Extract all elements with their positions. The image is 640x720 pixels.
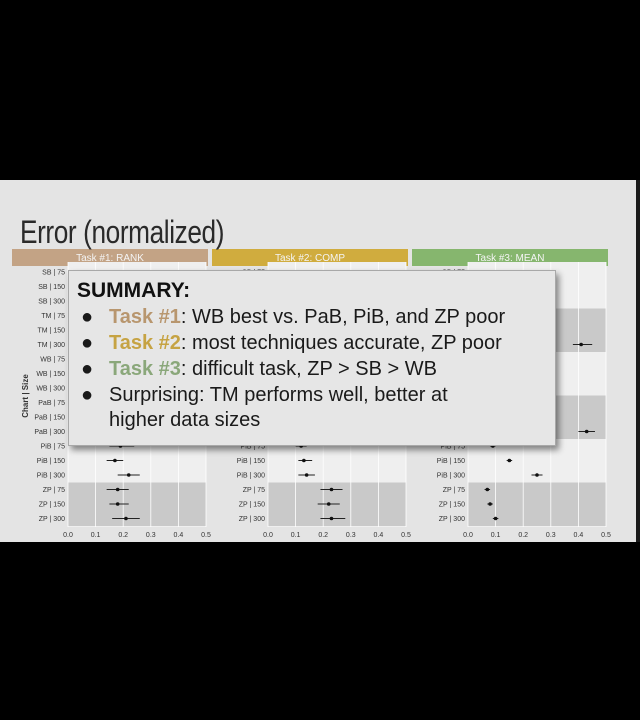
x-tick-label: 0.2 <box>118 532 128 539</box>
data-point <box>124 516 128 521</box>
row-label: WB | 150 <box>36 371 65 378</box>
shaded-row <box>468 511 606 526</box>
row-label: SB | 300 <box>38 299 65 306</box>
data-point <box>535 473 539 477</box>
row-label: WB | 300 <box>36 386 65 393</box>
slide-title: Error (normalized) <box>20 214 225 250</box>
row-label: TM | 300 <box>38 342 66 349</box>
x-tick-label: 0.1 <box>491 532 501 539</box>
row-label: ZP | 150 <box>39 502 65 509</box>
data-point <box>329 516 334 521</box>
summary-box: SUMMARY: ● Task #1: WB best vs. PaB, PiB… <box>68 270 556 446</box>
data-point <box>579 342 583 347</box>
x-tick-label: 0.5 <box>601 532 611 539</box>
screen-edge <box>636 180 640 542</box>
data-point <box>113 458 117 463</box>
row-label: ZP | 150 <box>239 502 265 509</box>
row-label: PiB | 300 <box>37 473 65 480</box>
x-tick-label: 0.3 <box>146 532 156 539</box>
row-label: SB | 75 <box>42 270 65 277</box>
slide: Task #1: RANK 0.0 0.1 0.2 0.3 0.4 0.5 SB | 75 SB… <box>0 180 636 542</box>
x-tick-label: 0.4 <box>374 532 384 539</box>
task3-label: Task #3 <box>109 358 181 380</box>
row-label: ZP | 150 <box>439 502 465 509</box>
bullet-icon: ● <box>81 306 94 328</box>
row-label: PiB | 150 <box>437 458 465 465</box>
data-point <box>507 458 512 463</box>
task1-text: : WB best vs. PaB, PiB, and ZP poor <box>180 306 506 328</box>
data-point <box>302 458 306 463</box>
row-label: PiB | 75 <box>41 444 65 451</box>
row-label: PaB | 150 <box>34 415 65 422</box>
bullet-icon: ● <box>81 332 94 354</box>
row-label: ZP | 300 <box>239 516 265 523</box>
x-tick-label: 0.1 <box>291 532 301 539</box>
row-label: ZP | 75 <box>443 487 465 494</box>
data-point <box>115 502 120 506</box>
summary-heading: SUMMARY: <box>77 279 191 302</box>
x-tick-label: 0.5 <box>401 532 411 539</box>
surprising-text: Surprising: TM performs well, better at <box>109 384 448 406</box>
x-tick-label: 0.3 <box>546 532 556 539</box>
row-label: ZP | 75 <box>243 487 265 494</box>
shaded-row <box>68 482 206 497</box>
row-label: PiB | 300 <box>237 473 265 480</box>
task2-label: Task #2 <box>109 332 181 354</box>
summary-item-task1: ● Task #1: WB best vs. PaB, PiB, and ZP … <box>81 305 506 330</box>
shaded-row <box>68 497 206 512</box>
x-tick-label: 0.3 <box>346 532 356 539</box>
data-point <box>115 487 120 492</box>
y-axis-label: Chart | Size <box>21 374 30 418</box>
row-label: ZP | 300 <box>39 516 65 523</box>
task3-text: : difficult task, ZP > SB > WB <box>180 358 437 380</box>
summary-item-task2: ● Task #2: most techniques accurate, ZP … <box>81 331 502 356</box>
surprising-continuation: higher data sizes <box>109 409 261 431</box>
row-label: ZP | 75 <box>43 487 65 494</box>
data-point <box>485 487 490 492</box>
row-label: TM | 150 <box>38 328 66 335</box>
x-tick-label: 0.4 <box>174 532 184 539</box>
x-tick-label: 0.0 <box>263 532 273 539</box>
row-label: PiB | 300 <box>437 473 465 480</box>
bullet-icon: ● <box>81 384 94 406</box>
x-tick-label: 0.5 <box>201 532 211 539</box>
row-label: ZP | 300 <box>439 516 465 523</box>
row-label: SB | 150 <box>38 284 65 291</box>
task1-label: Task #1 <box>109 306 181 328</box>
summary-item-task3: ● Task #3: difficult task, ZP > SB > WB <box>81 357 437 382</box>
row-label: PiB | 150 <box>237 458 265 465</box>
row-label: WB | 75 <box>40 357 65 364</box>
summary-item-surprising: ● Surprising: TM performs well, better a… <box>81 383 448 408</box>
x-tick-label: 0.2 <box>318 532 328 539</box>
data-point <box>493 516 498 521</box>
data-point <box>326 502 331 506</box>
task2-text: : most techniques accurate, ZP poor <box>180 332 502 354</box>
x-tick-label: 0.4 <box>574 532 584 539</box>
data-point <box>304 473 309 477</box>
row-label: PaB | 75 <box>38 400 65 407</box>
bullet-icon: ● <box>81 358 94 380</box>
x-tick-label: 0.0 <box>63 532 73 539</box>
x-tick-label: 0.1 <box>91 532 101 539</box>
row-label: PaB | 300 <box>34 429 65 436</box>
row-label: TM | 75 <box>41 313 65 320</box>
x-tick-label: 0.2 <box>518 532 528 539</box>
data-point <box>584 429 589 434</box>
row-label: PiB | 150 <box>37 458 65 465</box>
x-tick-label: 0.0 <box>463 532 473 539</box>
data-point <box>126 473 131 477</box>
data-point <box>329 487 334 492</box>
data-point <box>488 502 492 506</box>
